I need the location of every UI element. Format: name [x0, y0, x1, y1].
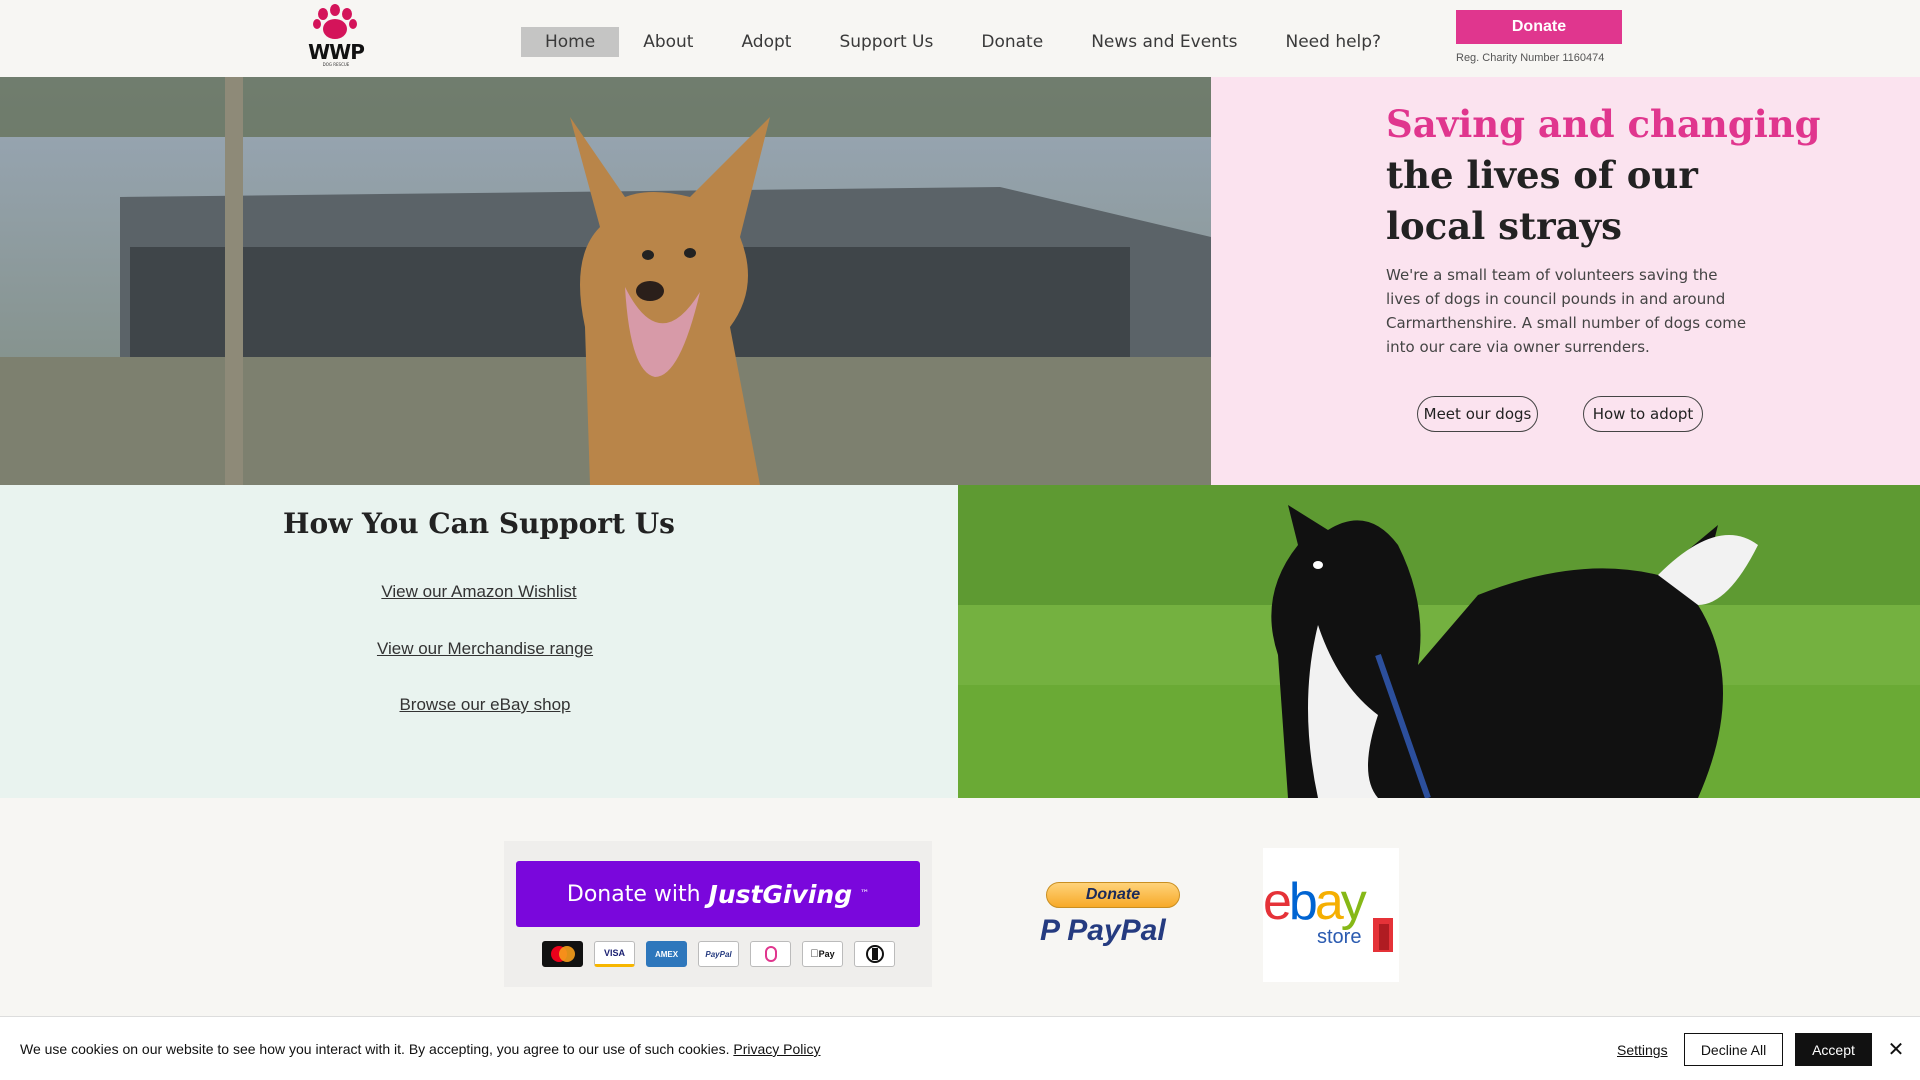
donate-button[interactable]: Donate	[1456, 10, 1622, 44]
justgiving-donate-button[interactable]: Donate with JustGiving ™	[516, 861, 920, 927]
diners-icon	[854, 941, 895, 967]
charity-number: Reg. Charity Number 1160474	[1456, 52, 1605, 64]
hero-title-highlight: Saving and changing	[1386, 102, 1821, 146]
privacy-policy-link[interactable]: Privacy Policy	[733, 1041, 820, 1057]
nav-adopt[interactable]: Adopt	[717, 27, 815, 57]
justgiving-trademark: ™	[860, 889, 870, 899]
store-door-icon	[1373, 918, 1393, 952]
justgiving-widget: Donate with JustGiving ™ VISA AMEX PayPal…	[504, 841, 932, 987]
nav-about[interactable]: About	[619, 27, 717, 57]
paypal-logo-text: PayPal	[1067, 914, 1166, 947]
support-section: How You Can Support Us View our Amazon W…	[0, 485, 958, 798]
amex-icon: AMEX	[646, 941, 687, 967]
hero-panel: Saving and changing the lives of our loc…	[1211, 77, 1920, 485]
nav-news-events[interactable]: News and Events	[1067, 27, 1261, 57]
site-header: WWP DOG RESCUE Home About Adopt Support …	[0, 0, 1920, 77]
nav-need-help[interactable]: Need help?	[1261, 27, 1405, 57]
accept-button[interactable]: Accept	[1795, 1033, 1872, 1066]
close-icon[interactable]: ✕	[1886, 1039, 1906, 1059]
collie-dog-image	[958, 485, 1920, 798]
main-nav: Home About Adopt Support Us Donate News …	[521, 27, 1405, 57]
site-logo[interactable]: WWP DOG RESCUE	[305, 4, 367, 72]
decline-all-button[interactable]: Decline All	[1684, 1033, 1783, 1066]
hero-title-rest: the lives of our local strays	[1386, 153, 1698, 248]
cookie-text: We use cookies on our website to see how…	[20, 1041, 730, 1057]
logo-text: WWP	[308, 40, 365, 64]
ebay-shop-link[interactable]: Browse our eBay shop	[0, 695, 970, 715]
ebay-store-widget[interactable]: ebay store	[1263, 848, 1399, 982]
logo-subtitle: DOG RESCUE	[322, 62, 350, 67]
donation-strip: Donate with JustGiving ™ VISA AMEX PayPal…	[0, 798, 1920, 1016]
nav-home[interactable]: Home	[521, 27, 620, 57]
meet-our-dogs-button[interactable]: Meet our dogs	[1417, 396, 1538, 432]
cookie-banner: We use cookies on our website to see how…	[0, 1016, 1920, 1080]
klarna-icon	[750, 941, 791, 967]
hero-title: Saving and changing the lives of our loc…	[1386, 99, 1821, 252]
paw-icon	[313, 4, 357, 39]
merchandise-link[interactable]: View our Merchandise range	[0, 639, 970, 659]
ebay-store-label: store	[1317, 926, 1362, 948]
amazon-wishlist-link[interactable]: View our Amazon Wishlist	[0, 582, 958, 602]
applepay-icon: Pay	[802, 941, 843, 967]
nav-support-us[interactable]: Support Us	[815, 27, 957, 57]
justgiving-prefix: Donate with	[566, 881, 701, 907]
cookie-settings-link[interactable]: Settings	[1617, 1042, 1668, 1058]
support-title: How You Can Support Us	[283, 507, 675, 540]
cookie-message: We use cookies on our website to see how…	[20, 1041, 821, 1057]
mastercard-icon	[542, 941, 583, 967]
applepay-text: Pay	[814, 949, 835, 959]
how-to-adopt-button[interactable]: How to adopt	[1583, 396, 1703, 432]
paypal-donate-button[interactable]: Donate	[1046, 882, 1180, 908]
nav-donate[interactable]: Donate	[957, 27, 1067, 57]
ebay-logo: ebay	[1263, 873, 1367, 931]
paypal-donate-widget[interactable]: Donate P PayPal	[1038, 878, 1186, 950]
payment-icons: VISA AMEX PayPal Pay	[542, 941, 895, 967]
visa-icon: VISA	[594, 941, 635, 967]
hero-description: We're a small team of volunteers saving …	[1386, 266, 1747, 356]
paypal-logo: P PayPal	[1040, 914, 1166, 947]
paypal-icon: PayPal	[698, 941, 739, 967]
justgiving-brand: JustGiving	[708, 879, 853, 909]
hero-dog-image	[0, 77, 1211, 485]
